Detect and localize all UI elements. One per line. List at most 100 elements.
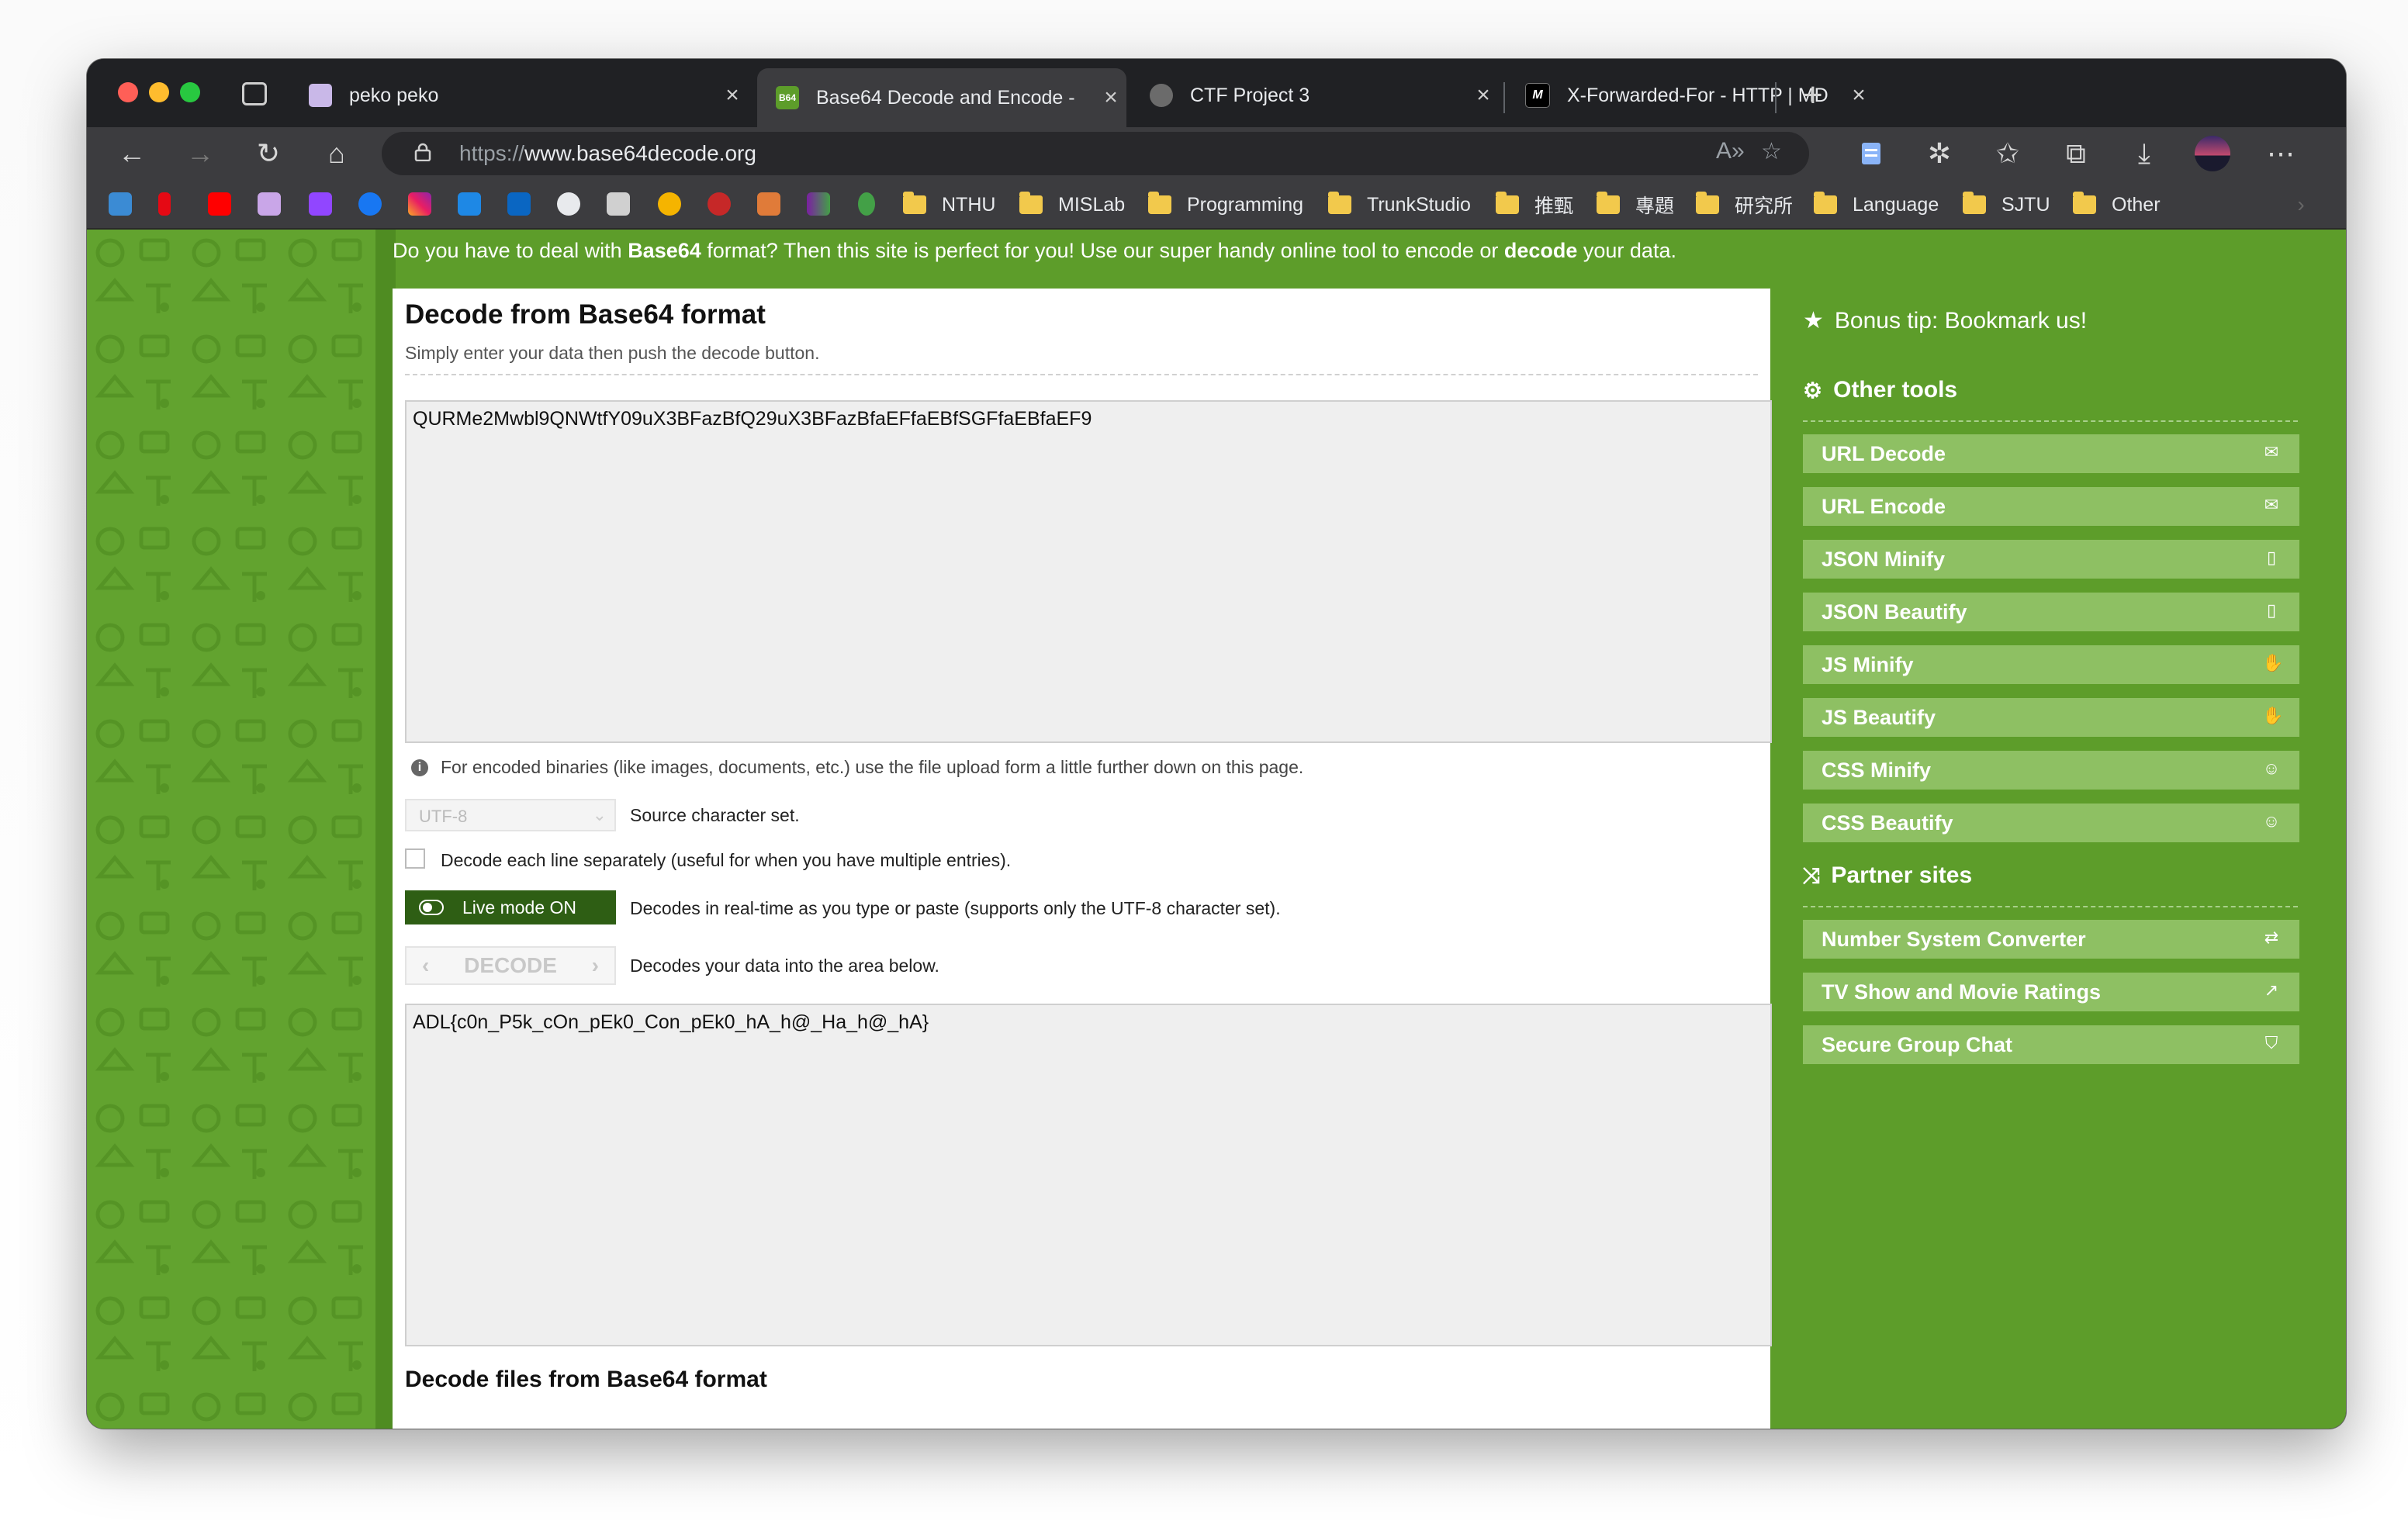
chevron-right-icon: › (591, 953, 599, 977)
favorites-icon[interactable]: ✩ (1989, 135, 2026, 172)
tab-title: Base64 Decode and Encode - (816, 86, 1075, 109)
partner-number-system-converter[interactable]: Number System Converter ⇄ (1803, 920, 2299, 959)
divider (1803, 420, 2298, 422)
peko-icon (309, 84, 332, 107)
decoded-output-textarea[interactable]: ADL{c0n_P5k_cOn_pEk0_Con_pEk0_hA_h@_Ha_h… (405, 1004, 1772, 1346)
partner-label: TV Show and Movie Ratings (1822, 980, 2102, 1004)
decode-files-heading: Decode files from Base64 format (405, 1367, 767, 1392)
tab-ctf-project[interactable]: CTF Project 3 × (1131, 71, 1499, 119)
tab-title: CTF Project 3 (1190, 84, 1310, 106)
folder-label: MISLab (1058, 193, 1126, 216)
bookmark-site-icon[interactable] (708, 192, 731, 216)
new-tab-button[interactable]: + (1803, 76, 1823, 115)
info-icon: i (411, 759, 428, 776)
youtube-icon[interactable] (208, 192, 231, 216)
bookmark-site-icon[interactable] (458, 192, 481, 216)
tool-css-beautify[interactable]: CSS Beautify ☺ (1803, 804, 2299, 842)
bookmark-folder-tuizhen[interactable]: 推甄 (1496, 191, 1573, 219)
bookmark-folder-other[interactable]: Other (2073, 191, 2161, 219)
intro-banner: Do you have to deal with Base64 format? … (393, 239, 1676, 263)
chevron-down-icon: ⌄ (592, 805, 607, 824)
toggle-on-icon (419, 900, 444, 915)
charset-select[interactable]: UTF-8 ⌄ (405, 799, 616, 831)
extension-doc-icon[interactable] (1853, 135, 1890, 172)
close-window-button[interactable] (118, 82, 138, 102)
github-icon[interactable] (557, 192, 580, 216)
tool-json-minify[interactable]: JSON Minify ▯ (1803, 540, 2299, 579)
close-tab-icon[interactable]: × (1468, 82, 1499, 109)
bookmark-folder-yanjiusuo[interactable]: 研究所 (1696, 191, 1793, 219)
linkedin-icon[interactable] (507, 192, 531, 216)
tab-title: peko peko (349, 84, 439, 106)
back-icon[interactable]: ← (113, 135, 150, 172)
add-favorite-icon[interactable]: ☆ (1761, 138, 1782, 165)
close-tab-icon[interactable]: × (1843, 82, 1874, 109)
bookmark-site-icon[interactable] (858, 192, 875, 216)
browser-window: peko peko × B64 Base64 Decode and Encode… (87, 59, 2346, 1429)
tab-divider (1503, 82, 1505, 113)
bookmark-folder-sjtu[interactable]: SJTU (1963, 191, 2050, 219)
bookmark-folder-nthu[interactable]: NTHU (903, 191, 995, 219)
close-tab-icon[interactable]: × (717, 82, 748, 109)
netflix-icon[interactable] (158, 192, 171, 216)
bookmark-site-icon[interactable] (258, 192, 281, 216)
extensions-icon[interactable]: ✲ (1921, 135, 1958, 172)
hand-paper-icon: ✋ (2262, 706, 2284, 725)
tool-url-encode[interactable]: URL Encode ✉ (1803, 487, 2299, 526)
decode-button[interactable]: ‹ DECODE › (405, 946, 616, 985)
tab-actions-icon[interactable] (242, 82, 267, 105)
zoom-window-button[interactable] (180, 82, 200, 102)
decode-each-line-checkbox[interactable] (405, 848, 425, 869)
decode-each-line-label: Decode each line separately (useful for … (441, 850, 1012, 870)
sunflower-icon[interactable] (658, 192, 681, 216)
folder-label: SJTU (2001, 193, 2050, 216)
forward-icon[interactable]: → (182, 135, 219, 172)
profile-avatar[interactable] (2194, 135, 2231, 172)
tab-peko[interactable]: peko peko × (290, 71, 748, 119)
bookmark-folder-programming[interactable]: Programming (1148, 191, 1303, 219)
doodle-pattern-icon (87, 230, 375, 1429)
lock-icon[interactable] (414, 143, 431, 161)
home-icon[interactable]: ⌂ (318, 135, 355, 172)
star-icon: ★ (1803, 308, 1824, 334)
git-icon[interactable] (757, 192, 780, 216)
downloads-icon[interactable]: ⤓ (2126, 135, 2163, 172)
address-bar[interactable]: https://www.base64decode.org A» ☆ (382, 132, 1809, 175)
bookmark-folder-zhuanti[interactable]: 專題 (1597, 191, 1674, 219)
folder-label: Programming (1187, 193, 1304, 216)
bookmark-folder-language[interactable]: Language (1814, 191, 1939, 219)
tool-url-decode[interactable]: URL Decode ✉ (1803, 434, 2299, 473)
decode-description: Decodes your data into the area below. (630, 956, 939, 976)
partner-secure-group-chat[interactable]: Secure Group Chat ⛉ (1803, 1025, 2299, 1064)
reload-icon[interactable]: ↻ (250, 135, 287, 172)
close-tab-icon[interactable]: × (1095, 85, 1126, 111)
minimize-window-button[interactable] (149, 82, 169, 102)
bookmarks-overflow-icon[interactable]: › (2282, 186, 2320, 223)
upload-hint-text: For encoded binaries (like images, docum… (441, 757, 1304, 777)
instagram-icon[interactable] (408, 192, 431, 216)
more-menu-icon[interactable]: ⋯ (2262, 135, 2299, 172)
live-mode-toggle[interactable]: Live mode ON (405, 890, 616, 924)
tab-divider (1775, 82, 1777, 113)
bookmark-folder-mislab[interactable]: MISLab (1019, 191, 1125, 219)
read-aloud-icon[interactable]: A» (1716, 138, 1745, 164)
banner-text: your data. (1577, 239, 1676, 262)
twitch-icon[interactable] (309, 192, 332, 216)
bookmark-folder-trunkstudio[interactable]: TrunkStudio (1328, 191, 1471, 219)
tool-label: CSS Beautify (1822, 810, 1953, 835)
document-icon[interactable] (607, 192, 630, 216)
tool-css-minify[interactable]: CSS Minify ☺ (1803, 751, 2299, 790)
tool-json-beautify[interactable]: JSON Beautify ▯ (1803, 593, 2299, 631)
tab-base64[interactable]: B64 Base64 Decode and Encode - × (757, 68, 1126, 127)
tool-js-beautify[interactable]: JS Beautify ✋ (1803, 698, 2299, 737)
live-mode-label: Live mode ON (462, 897, 577, 918)
facebook-icon[interactable] (358, 192, 382, 216)
folder-icon (1696, 192, 1719, 214)
bookmark-site-icon[interactable] (109, 192, 132, 216)
bookmark-site-icon[interactable] (807, 192, 830, 216)
base64-input-textarea[interactable]: QURMe2Mwbl9QNWtfY09uX3BFazBfQ29uX3BFazBf… (405, 400, 1772, 743)
folder-label: NTHU (942, 193, 996, 216)
tool-js-minify[interactable]: JS Minify ✋ (1803, 645, 2299, 684)
collections-icon[interactable]: ⧉ (2057, 135, 2095, 172)
partner-tv-show-ratings[interactable]: TV Show and Movie Ratings ↗ (1803, 973, 2299, 1011)
